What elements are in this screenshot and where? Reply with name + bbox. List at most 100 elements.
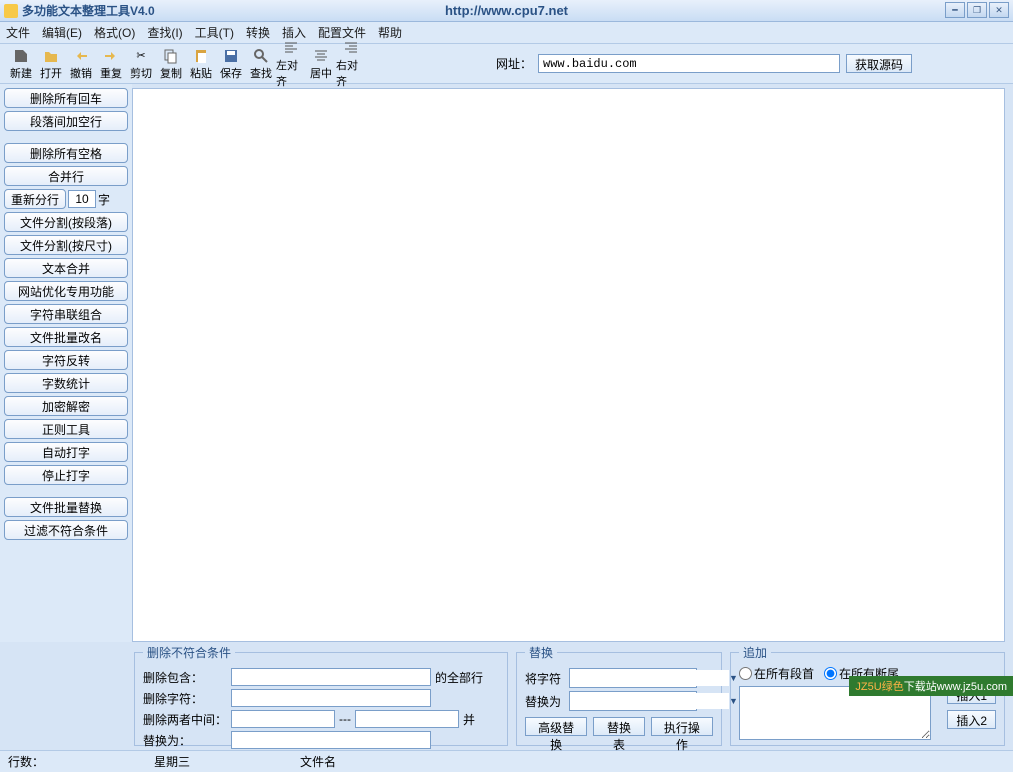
close-button[interactable]: ✕: [989, 2, 1009, 18]
menu-help[interactable]: 帮助: [378, 24, 402, 41]
tool-alignc-label: 居中: [310, 65, 332, 81]
btn-file-split-para[interactable]: 文件分割(按段落): [4, 212, 128, 232]
btn-filter-nomatch[interactable]: 过滤不符合条件: [4, 520, 128, 540]
del-between-label: 删除两者中间：: [143, 711, 227, 728]
paste-icon: [192, 47, 210, 65]
del-between-from-input[interactable]: [231, 710, 335, 728]
btn-str-reverse[interactable]: 字符反转: [4, 350, 128, 370]
minimize-button[interactable]: ━: [945, 2, 965, 18]
replace-from-label: 将字符: [525, 670, 565, 687]
title-url: http://www.cpu7.net: [445, 3, 568, 18]
tool-align-right[interactable]: 右对齐: [336, 39, 366, 89]
resplit-input[interactable]: [68, 190, 96, 208]
tool-paste[interactable]: 粘贴: [186, 47, 216, 81]
btn-resplit[interactable]: 重新分行: [4, 189, 66, 209]
resplit-row: 重新分行 字: [4, 189, 128, 209]
save-icon: [222, 47, 240, 65]
tool-open[interactable]: 打开: [36, 47, 66, 81]
tool-copy[interactable]: 复制: [156, 47, 186, 81]
menu-convert[interactable]: 转换: [246, 24, 270, 41]
replace-table-button[interactable]: 替换表: [593, 717, 644, 736]
copy-icon: [162, 47, 180, 65]
tool-cut[interactable]: ✂剪切: [126, 47, 156, 81]
align-right-icon: [342, 39, 360, 57]
exec-replace-button[interactable]: 执行操作: [651, 717, 713, 736]
tool-save[interactable]: 保存: [216, 47, 246, 81]
del-char-label: 删除字符：: [143, 690, 227, 707]
sidebar: 删除所有回车 段落间加空行 删除所有空格 合并行 重新分行 字 文件分割(按段落…: [0, 84, 132, 642]
url-group: 网址： 获取源码: [496, 54, 912, 73]
adv-replace-button[interactable]: 高级替换: [525, 717, 587, 736]
btn-regex[interactable]: 正则工具: [4, 419, 128, 439]
menu-edit[interactable]: 编辑(E): [42, 24, 82, 41]
bottom-panels: 删除不符合条件 删除包含： 的全部行 删除字符： 删除两者中间： --- 并 替…: [0, 642, 1013, 750]
tool-align-left[interactable]: 左对齐: [276, 39, 306, 89]
del-between-dash: ---: [339, 712, 351, 726]
main-area: 删除所有回车 段落间加空行 删除所有空格 合并行 重新分行 字 文件分割(按段落…: [0, 84, 1013, 642]
new-icon: [12, 47, 30, 65]
btn-para-blank[interactable]: 段落间加空行: [4, 111, 128, 131]
btn-del-all-cr[interactable]: 删除所有回车: [4, 88, 128, 108]
undo-icon: [72, 47, 90, 65]
align-center-icon: [312, 47, 330, 65]
replace-to-label: 替换为: [525, 693, 565, 710]
replace-from-input[interactable]: [570, 670, 729, 686]
btn-del-all-space[interactable]: 删除所有空格: [4, 143, 128, 163]
replace-to-input[interactable]: [570, 693, 729, 709]
status-bar: 行数： 星期三 文件名: [0, 750, 1013, 772]
watermark: JZ5U绿色下载站www.jz5u.com: [849, 676, 1013, 696]
menu-find[interactable]: 查找(I): [147, 24, 182, 41]
del-char-input[interactable]: [231, 689, 431, 707]
tool-save-label: 保存: [220, 65, 242, 81]
tool-cut-label: 剪切: [130, 65, 152, 81]
del-contains-input[interactable]: [231, 668, 431, 686]
toolbar: 新建 打开 撤销 重复 ✂剪切 复制 粘贴 保存 查找 左对齐 居中 右对齐 网…: [0, 44, 1013, 84]
btn-stop-type[interactable]: 停止打字: [4, 465, 128, 485]
url-input[interactable]: [538, 54, 840, 73]
btn-file-split-size[interactable]: 文件分割(按尺寸): [4, 235, 128, 255]
menu-tools[interactable]: 工具(T): [195, 24, 234, 41]
btn-auto-type[interactable]: 自动打字: [4, 442, 128, 462]
insert2-button[interactable]: 插入2: [947, 710, 996, 729]
radio-tail-input[interactable]: [824, 667, 837, 680]
app-title: 多功能文本整理工具V4.0: [22, 2, 155, 19]
tool-find[interactable]: 查找: [246, 47, 276, 81]
tool-new[interactable]: 新建: [6, 47, 36, 81]
menu-format[interactable]: 格式(O): [94, 24, 135, 41]
radio-head-input[interactable]: [739, 667, 752, 680]
status-day: 星期三: [154, 753, 190, 770]
del-contains-label: 删除包含：: [143, 669, 227, 686]
url-label: 网址：: [496, 55, 532, 72]
status-filename: 文件名: [300, 753, 336, 770]
replace-panel: 替换 将字符 ▼ 替换为 ▼ 高级替换 替换表 执行操作: [516, 644, 722, 746]
btn-text-merge[interactable]: 文本合并: [4, 258, 128, 278]
tool-open-label: 打开: [40, 65, 62, 81]
del-between-to-input[interactable]: [355, 710, 459, 728]
delete-panel: 删除不符合条件 删除包含： 的全部行 删除字符： 删除两者中间： --- 并 替…: [134, 644, 508, 746]
open-icon: [42, 47, 60, 65]
tool-undo[interactable]: 撤销: [66, 47, 96, 81]
window-controls: ━ ❐ ✕: [945, 2, 1009, 18]
maximize-button[interactable]: ❐: [967, 2, 987, 18]
tool-align-center[interactable]: 居中: [306, 47, 336, 81]
radio-head[interactable]: 在所有段首: [739, 665, 814, 682]
text-editor[interactable]: [132, 88, 1005, 642]
btn-seo-func[interactable]: 网站优化专用功能: [4, 281, 128, 301]
replace-to-combo[interactable]: ▼: [569, 691, 697, 711]
tool-redo[interactable]: 重复: [96, 47, 126, 81]
btn-crypto[interactable]: 加密解密: [4, 396, 128, 416]
btn-batch-rename[interactable]: 文件批量改名: [4, 327, 128, 347]
btn-batch-replace[interactable]: 文件批量替换: [4, 497, 128, 517]
tool-find-label: 查找: [250, 65, 272, 81]
menu-file[interactable]: 文件: [6, 24, 30, 41]
btn-word-count[interactable]: 字数统计: [4, 373, 128, 393]
app-icon: [4, 4, 18, 18]
resplit-unit: 字: [98, 191, 110, 208]
del-replace-input[interactable]: [231, 731, 431, 749]
replace-legend: 替换: [525, 644, 557, 661]
redo-icon: [102, 47, 120, 65]
get-source-button[interactable]: 获取源码: [846, 54, 912, 73]
btn-str-serial[interactable]: 字符串联组合: [4, 304, 128, 324]
btn-merge-line[interactable]: 合并行: [4, 166, 128, 186]
replace-from-combo[interactable]: ▼: [569, 668, 697, 688]
